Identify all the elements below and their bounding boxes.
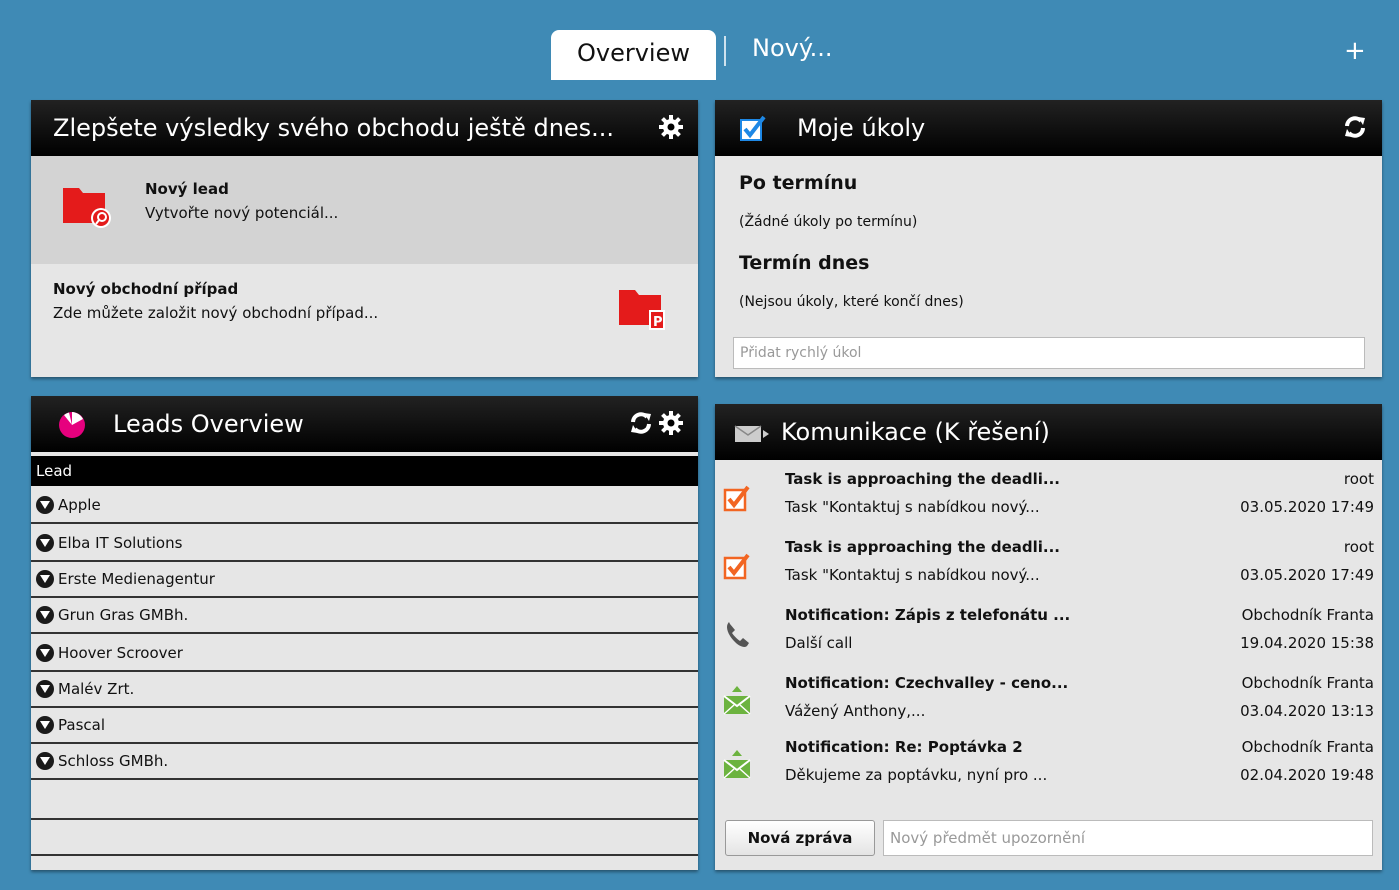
lead-name: Hoover Scroover [58,644,183,662]
message-user: Obchodník Franta [1241,606,1374,624]
lead-row[interactable]: Pascal [31,708,698,744]
message-date: 03.05.2020 17:49 [1240,498,1374,516]
gear-icon[interactable] [658,410,684,436]
lead-name: Apple [58,496,101,514]
lead-name: Pascal [58,716,105,734]
lead-row[interactable]: Schloss GMBh. [31,744,698,780]
expand-icon[interactable] [36,534,54,552]
lead-name: Elba IT Solutions [58,534,183,552]
overdue-text: (Žádné úkoly po termínu) [739,214,918,230]
new-deal-title: Nový obchodní případ [53,280,239,298]
lead-row[interactable]: Erste Medienagentur [31,562,698,598]
quick-task-input[interactable] [733,337,1365,369]
folder-search-icon [61,184,117,232]
envelope-icon [733,422,771,446]
message-preview: Task "Kontaktuj s nabídkou nový... [785,498,1040,516]
refresh-icon[interactable] [1342,114,1368,140]
tab-overview[interactable]: Overview [551,30,716,80]
empty-row [31,784,698,820]
new-deal-action[interactable]: Nový obchodní případ Zde můžete založit … [31,264,698,377]
tasks-panel-header: Moje úkoly [715,100,1382,156]
communication-panel-title: Komunikace (K řešení) [781,418,1050,446]
message-date: 03.04.2020 13:13 [1240,702,1374,720]
lead-name: Malév Zrt. [58,680,135,698]
new-lead-desc: Vytvořte nový potenciál... [145,204,339,222]
lead-row[interactable]: Hoover Scroover [31,636,698,672]
tasks-panel: Moje úkoly Po termínu (Žádné úkoly po te… [715,100,1382,377]
expand-icon[interactable] [36,570,54,588]
svg-text:P: P [653,315,663,330]
lead-row[interactable]: Apple [31,488,698,524]
mail-icon [723,748,751,782]
mail-icon [723,684,751,718]
expand-icon[interactable] [36,752,54,770]
message-preview: Task "Kontaktuj s nabídkou nový... [785,566,1040,584]
message-row[interactable]: Task is approaching the deadli... Task "… [715,532,1382,600]
message-subject: Task is approaching the deadli... [785,470,1061,488]
overdue-title: Po termínu [739,172,858,194]
lead-name: Grun Gras GMBh. [58,606,189,624]
phone-icon [723,616,751,650]
message-user: root [1343,538,1374,556]
communication-panel-header: Komunikace (K řešení) [715,404,1382,460]
notification-subject-input[interactable] [883,820,1373,856]
message-preview: Vážený Anthony,... [785,702,926,720]
message-date: 03.05.2020 17:49 [1240,566,1374,584]
refresh-icon[interactable] [628,410,654,436]
new-deal-desc: Zde můžete založit nový obchodní případ.… [53,304,379,322]
expand-icon[interactable] [36,716,54,734]
lead-name: Schloss GMBh. [58,752,169,770]
message-user: Obchodník Franta [1241,674,1374,692]
tasks-panel-title: Moje úkoly [797,114,926,142]
message-preview: Děkujeme za poptávku, nyní pro ... [785,766,1048,784]
pie-chart-icon [57,410,87,440]
actions-panel: Zlepšete výsledky svého obchodu ještě dn… [31,100,698,377]
message-subject: Notification: Czechvalley - ceno... [785,674,1069,692]
task-icon [723,480,751,514]
lead-column-header[interactable]: Lead [31,456,698,486]
add-tab-button[interactable]: + [1344,38,1366,64]
leads-panel-title: Leads Overview [113,410,304,438]
lead-row[interactable]: Elba IT Solutions [31,526,698,562]
actions-panel-title: Zlepšete výsledky svého obchodu ještě dn… [53,114,615,142]
gear-icon[interactable] [658,114,684,140]
lead-row[interactable]: Malév Zrt. [31,672,698,708]
new-lead-title: Nový lead [145,180,229,198]
message-user: root [1343,470,1374,488]
folder-deal-icon: P [617,286,673,334]
expand-icon[interactable] [36,680,54,698]
lead-row[interactable]: Grun Gras GMBh. [31,598,698,634]
tab-bar: Overview Nový... + [0,0,1399,90]
expand-icon[interactable] [36,496,54,514]
message-preview: Další call [785,634,853,652]
task-icon [723,548,751,582]
message-user: Obchodník Franta [1241,738,1374,756]
today-text: (Nejsou úkoly, které končí dnes) [739,294,964,310]
lead-name: Erste Medienagentur [58,570,215,588]
message-subject: Notification: Zápis z telefonátu ... [785,606,1071,624]
today-title: Termín dnes [739,252,870,274]
new-message-button[interactable]: Nová zpráva [725,820,875,856]
message-subject: Notification: Re: Poptávka 2 [785,738,1023,756]
message-row[interactable]: Task is approaching the deadli... Task "… [715,464,1382,532]
message-row[interactable]: Notification: Zápis z telefonátu ... Dal… [715,600,1382,668]
tab-new[interactable]: Nový... [752,34,833,62]
new-lead-action[interactable]: Nový lead Vytvořte nový potenciál... [31,156,698,264]
message-row[interactable]: Notification: Czechvalley - ceno... Váže… [715,668,1382,736]
leads-panel-header: Leads Overview [31,396,698,452]
expand-icon[interactable] [36,644,54,662]
actions-panel-header: Zlepšete výsledky svého obchodu ještě dn… [31,100,698,156]
empty-row [31,820,698,856]
message-row[interactable]: Notification: Re: Poptávka 2 Děkujeme za… [715,732,1382,800]
leads-panel: Leads Overview Lead Apple Elba IT Soluti… [31,396,698,870]
message-date: 19.04.2020 15:38 [1240,634,1374,652]
communication-panel: Komunikace (K řešení) Task is approachin… [715,404,1382,870]
message-date: 02.04.2020 19:48 [1240,766,1374,784]
checkbox-icon [739,114,769,144]
message-subject: Task is approaching the deadli... [785,538,1061,556]
expand-icon[interactable] [36,606,54,624]
tab-separator [724,36,726,66]
